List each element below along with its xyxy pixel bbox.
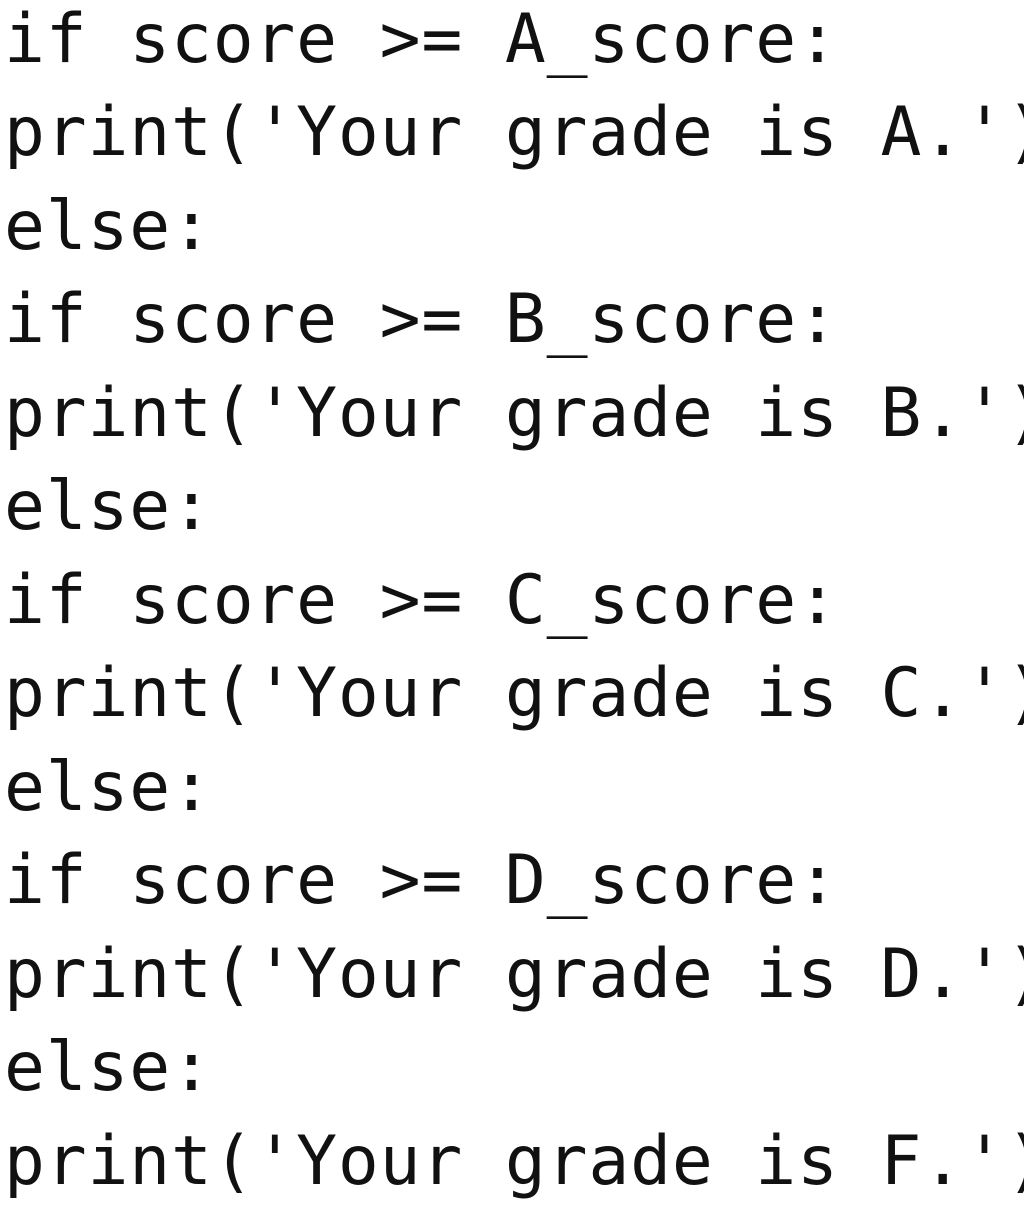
code-line-10: if score >= D_score:: [4, 841, 839, 920]
code-snippet: if score >= A_score: print('Your grade i…: [0, 0, 1024, 1207]
code-line-9: else:: [4, 748, 213, 827]
code-line-11: print('Your grade is D.'): [4, 935, 1024, 1014]
code-line-6: else:: [4, 467, 213, 546]
code-line-2: print('Your grade is A.'): [4, 93, 1024, 172]
code-line-13: print('Your grade is F.'): [4, 1122, 1024, 1201]
code-line-3: else:: [4, 187, 213, 266]
code-line-7: if score >= C_score:: [4, 561, 839, 640]
code-line-12: else:: [4, 1028, 213, 1107]
code-line-8: print('Your grade is C.'): [4, 654, 1024, 733]
code-line-4: if score >= B_score:: [4, 280, 839, 359]
code-line-5: print('Your grade is B.'): [4, 374, 1024, 453]
code-line-1: if score >= A_score:: [4, 0, 839, 79]
